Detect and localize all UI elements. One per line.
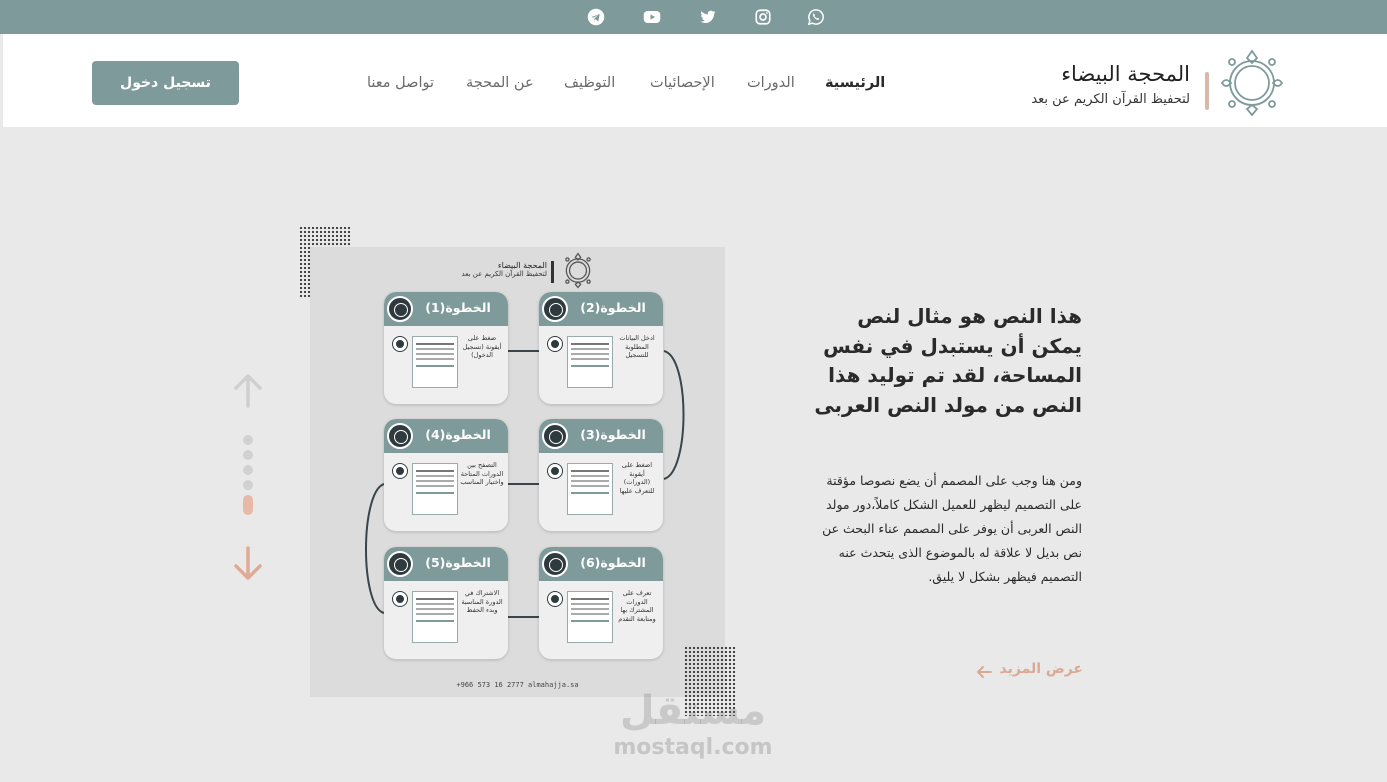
nav-courses[interactable]: الدورات bbox=[747, 75, 795, 91]
step-screenshot bbox=[567, 463, 613, 515]
arrow-left-icon[interactable] bbox=[975, 664, 993, 680]
slider-dot-active[interactable] bbox=[243, 495, 253, 515]
step-card-4: الخطوة(4) التصفح بين الدورات المتاحة واخ… bbox=[384, 419, 508, 531]
step-pin-icon bbox=[548, 337, 562, 351]
watermark-arabic: مستقل bbox=[619, 688, 767, 734]
brand-subtitle: لتحفيظ القرآن الكريم عن بعد bbox=[1031, 92, 1190, 107]
nav-home[interactable]: الرئيسية bbox=[825, 75, 885, 91]
brand-divider bbox=[1205, 72, 1209, 110]
poster-brand-subtitle: لتحفيظ القرآن الكريم عن بعد bbox=[461, 270, 547, 278]
step-screenshot bbox=[412, 463, 458, 515]
step-badge-icon bbox=[542, 551, 568, 577]
step-screenshot bbox=[412, 591, 458, 643]
step-card-3: الخطوة(3) اضغط على أيقونة (الدورات) للتع… bbox=[539, 419, 663, 531]
step-badge-icon bbox=[542, 296, 568, 322]
step-card-text: التصفح بين الدورات المتاحة واختيار المنا… bbox=[460, 461, 504, 486]
telegram-icon[interactable] bbox=[587, 8, 605, 26]
poster-logo-icon bbox=[565, 252, 591, 289]
step-card-title: الخطوة(6) bbox=[580, 555, 646, 570]
watermark-url: mostaql.com bbox=[613, 735, 773, 760]
step-card-title: الخطوة(5) bbox=[425, 555, 491, 570]
steps-poster: المحجة البيضاء لتحفيظ القرآن الكريم عن ب… bbox=[310, 247, 725, 697]
nav-stats[interactable]: الإحصائيات bbox=[650, 75, 715, 91]
step-pin-icon bbox=[548, 592, 562, 606]
step-card-text: الاشتراك في الدورة المناسبة وبدء الحفظ bbox=[461, 589, 503, 614]
step-pin-icon bbox=[393, 464, 407, 478]
slider-dot-1[interactable] bbox=[243, 435, 253, 445]
nav-jobs[interactable]: التوظيف bbox=[564, 75, 615, 91]
poster-brand-title: المحجة البيضاء bbox=[497, 261, 547, 270]
step-card-text: تعرف على الدورات المشترك بها ومتابعة الت… bbox=[618, 589, 656, 623]
step-screenshot bbox=[567, 336, 613, 388]
arrow-up-icon[interactable] bbox=[230, 370, 266, 410]
step-screenshot bbox=[567, 591, 613, 643]
slider-dot-3[interactable] bbox=[243, 465, 253, 475]
step-screenshot bbox=[412, 336, 458, 388]
step-badge-icon bbox=[542, 423, 568, 449]
hero-body: ومن هنا وجب على المصمم أن يضع نصوصا مؤقت… bbox=[822, 473, 1082, 584]
poster-brand-divider bbox=[551, 261, 554, 283]
twitter-icon[interactable] bbox=[699, 8, 717, 26]
slider-dot-2[interactable] bbox=[243, 450, 253, 460]
brand-logo-icon[interactable] bbox=[1218, 47, 1286, 117]
whatsapp-icon[interactable] bbox=[807, 8, 825, 26]
step-pin-icon bbox=[393, 337, 407, 351]
step-card-title: الخطوة(4) bbox=[425, 427, 491, 442]
slider-dot-4[interactable] bbox=[243, 480, 253, 490]
nav-about[interactable]: عن المحجة bbox=[466, 75, 534, 91]
login-button[interactable]: تسجيل دخول bbox=[92, 61, 239, 105]
social-bar bbox=[0, 0, 1387, 34]
step-card-title: الخطوة(3) bbox=[580, 427, 646, 442]
step-card-text: ضغط على أيقونة (تسجيل الدخول) bbox=[462, 334, 502, 359]
arrow-down-icon[interactable] bbox=[230, 544, 266, 584]
hero-title: هذا النص هو مثال لنص يمكن أن يستبدل في ن… bbox=[814, 304, 1082, 417]
step-badge-icon bbox=[387, 551, 413, 577]
step-pin-icon bbox=[548, 464, 562, 478]
step-card-1: الخطوة(1) ضغط على أيقونة (تسجيل الدخول) bbox=[384, 292, 508, 404]
step-card-5: الخطوة(5) الاشتراك في الدورة المناسبة وب… bbox=[384, 547, 508, 659]
poster-brand: المحجة البيضاء لتحفيظ القرآن الكريم عن ب… bbox=[462, 261, 547, 278]
instagram-icon[interactable] bbox=[754, 8, 772, 26]
site-header: تسجيل دخول تواصل معنا عن المحجة التوظيف … bbox=[3, 34, 1387, 127]
brand-title: المحجة البيضاء bbox=[1061, 62, 1190, 86]
step-card-2: الخطوة(2) ادخل البيانات المطلوبة للتسجيل bbox=[539, 292, 663, 404]
step-card-text: ادخل البيانات المطلوبة للتسجيل bbox=[619, 334, 655, 359]
step-card-title: الخطوة(2) bbox=[580, 300, 646, 315]
step-card-title: الخطوة(1) bbox=[425, 300, 491, 315]
step-card-6: الخطوة(6) تعرف على الدورات المشترك بها و… bbox=[539, 547, 663, 659]
step-badge-icon bbox=[387, 423, 413, 449]
nav-contact[interactable]: تواصل معنا bbox=[367, 75, 434, 91]
step-pin-icon bbox=[393, 592, 407, 606]
step-card-text: اضغط على أيقونة (الدورات) للتعرف عليها bbox=[619, 461, 655, 495]
step-badge-icon bbox=[387, 296, 413, 322]
youtube-icon[interactable] bbox=[643, 8, 661, 26]
